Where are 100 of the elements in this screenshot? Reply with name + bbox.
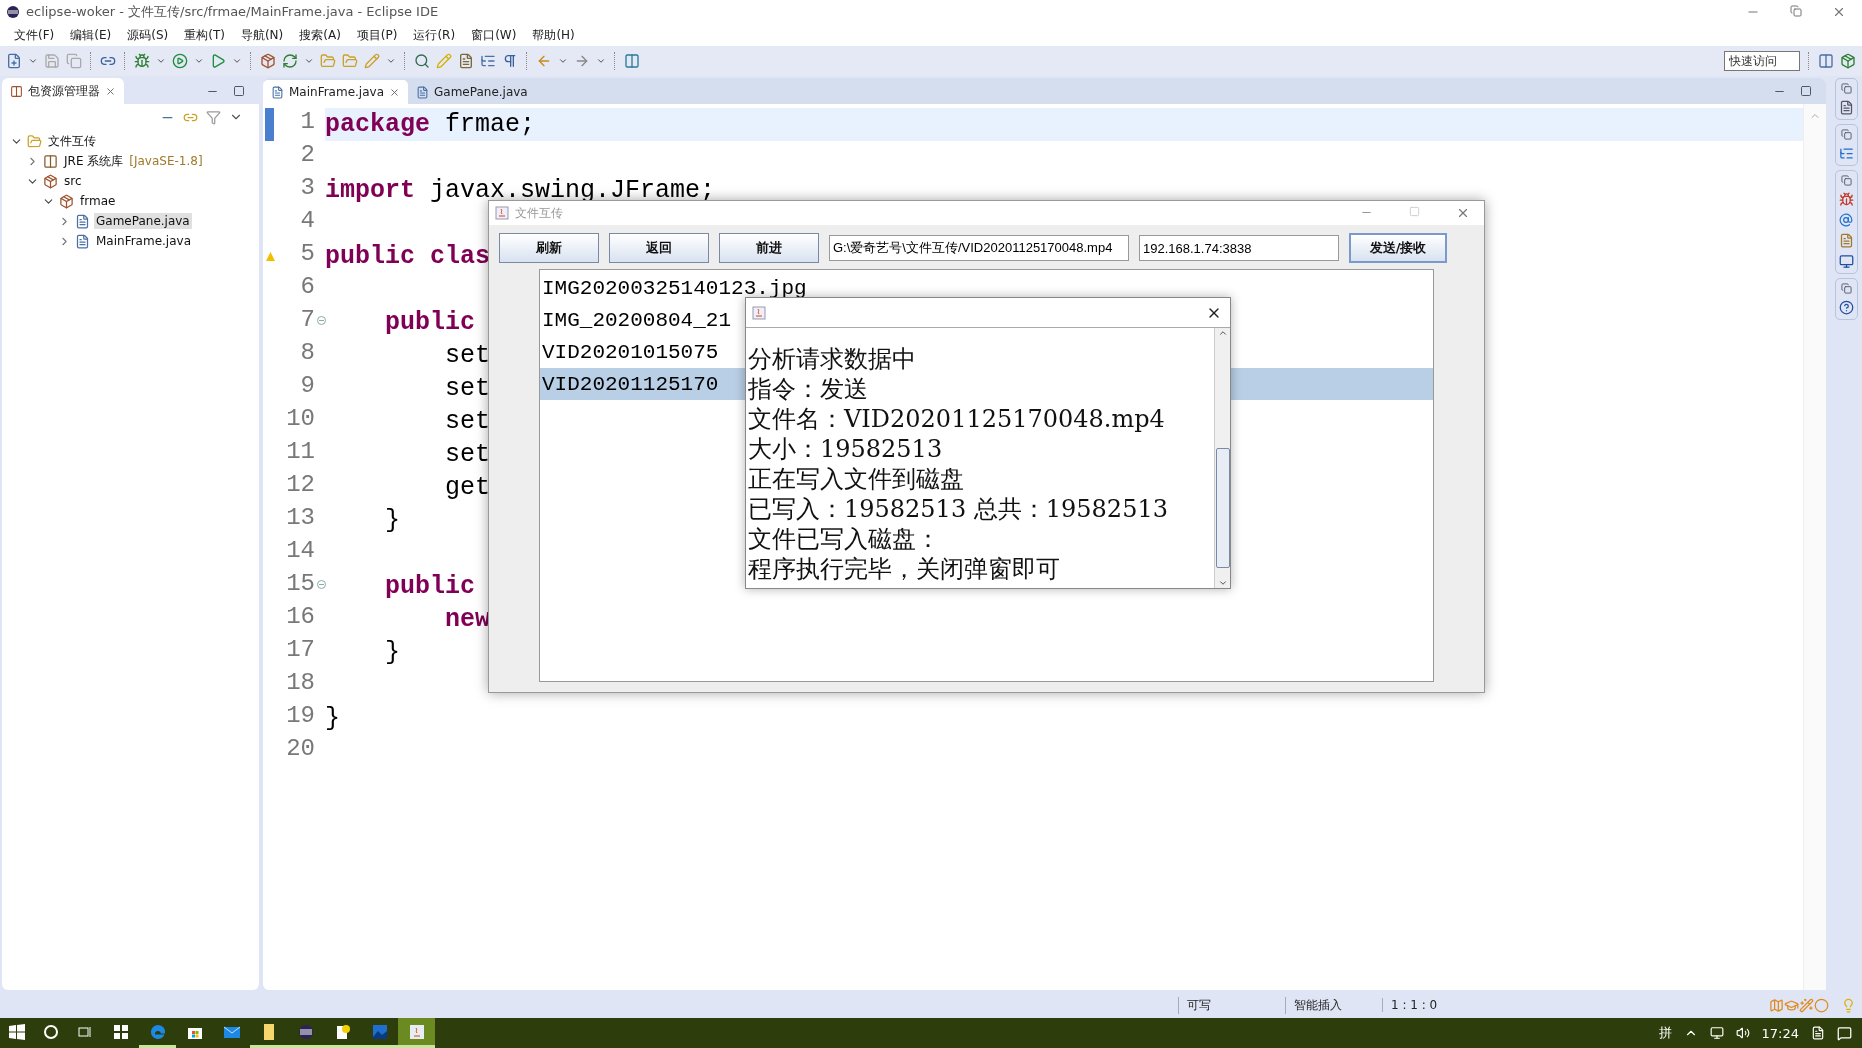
line-number: 4: [300, 207, 315, 234]
input-method-indicator[interactable]: 拼: [1658, 1024, 1672, 1042]
restore-icon[interactable]: [1840, 83, 1852, 94]
pencil-icon[interactable]: [364, 53, 380, 69]
document-icon[interactable]: [1838, 100, 1854, 115]
log-line: 大小：19582513: [748, 434, 944, 464]
menu-item[interactable]: 导航(N): [232, 26, 292, 44]
caret-icon[interactable]: [386, 56, 396, 66]
line-number: 10: [286, 405, 315, 432]
perspective-icon[interactable]: [1818, 53, 1834, 69]
wand-icon[interactable]: [1799, 997, 1814, 1013]
path-field[interactable]: G:\爱奇艺号\文件互传/VID20201125170048.mp4: [829, 235, 1129, 261]
outline-icon[interactable]: [1838, 146, 1854, 161]
tree-item-note: [JavaSE-1.8]: [129, 154, 203, 168]
tree-item[interactable]: JRE 系统库: [62, 151, 126, 171]
forward-icon[interactable]: [574, 53, 590, 69]
refresh-icon[interactable]: [282, 53, 298, 69]
address-field[interactable]: 192.168.1.74:3838: [1139, 235, 1339, 261]
notification-icon[interactable]: [1837, 1025, 1852, 1041]
log-line: 分析请求数据中: [748, 344, 917, 374]
tree-item[interactable]: 文件互传: [46, 131, 98, 151]
line-number: 16: [286, 603, 315, 630]
menu-item[interactable]: 项目(P): [348, 26, 406, 44]
code-line: }: [325, 706, 340, 731]
new-file-icon[interactable]: [6, 53, 22, 69]
caret-icon[interactable]: [558, 56, 568, 66]
caret-icon[interactable]: [194, 56, 204, 66]
caret-icon[interactable]: [232, 56, 242, 66]
tree-item[interactable]: frmae: [78, 193, 118, 209]
editor-tab[interactable]: GamePane.java: [408, 80, 536, 104]
restore-icon[interactable]: [1840, 129, 1852, 140]
map-icon[interactable]: [1769, 997, 1784, 1013]
run-as-icon[interactable]: [210, 53, 226, 69]
log-line: 已写入：19582513 总共：19582513: [748, 494, 1169, 524]
menu-item[interactable]: 帮助(H): [524, 26, 583, 44]
toolbar-button[interactable]: 返回: [609, 233, 709, 263]
bug-icon[interactable]: [134, 53, 150, 69]
restore-icon[interactable]: [1790, 5, 1802, 17]
pilcrow-icon[interactable]: [502, 53, 518, 69]
menu-item[interactable]: 重构(T): [176, 26, 233, 44]
file-name: IMG_20200804_21: [542, 309, 732, 331]
package-icon[interactable]: [260, 53, 276, 69]
quick-access-field[interactable]: 快速访问: [1724, 51, 1800, 71]
toolbar-button[interactable]: 刷新: [499, 233, 599, 263]
scroll-down-icon[interactable]: [1217, 578, 1228, 588]
line-number: 9: [300, 372, 315, 399]
code-line: }: [384, 640, 400, 665]
code-line: set: [444, 409, 491, 434]
restore-icon[interactable]: [1840, 175, 1852, 186]
maximize-icon[interactable]: [1800, 84, 1812, 97]
document-icon[interactable]: [458, 53, 474, 69]
list-icon[interactable]: [480, 53, 496, 69]
menu-item[interactable]: 源码(S): [119, 26, 177, 44]
tree-item[interactable]: GamePane.java: [94, 213, 192, 229]
fold-icon[interactable]: [317, 316, 326, 325]
file-name: VID20201125170: [542, 373, 719, 395]
scroll-up-icon[interactable]: [1217, 328, 1228, 338]
help-icon[interactable]: [1838, 300, 1854, 315]
line-number: 20: [286, 735, 315, 762]
editor-tab[interactable]: MainFrame.java: [263, 80, 408, 104]
caret-icon[interactable]: [156, 56, 166, 66]
search-icon[interactable]: [414, 53, 430, 69]
send-receive-button[interactable]: 发送/接收: [1349, 233, 1447, 263]
log-line: 正在写入文件到磁盘: [748, 464, 965, 494]
code-line: public: [384, 310, 476, 335]
tutorial-icon[interactable]: [1784, 997, 1799, 1013]
clock-time[interactable]: 17:24: [1761, 1025, 1799, 1041]
java-file-icon: [416, 85, 429, 99]
toolbar-button[interactable]: 前进: [719, 233, 819, 263]
widgets-icon: [111, 1022, 130, 1041]
menu-item[interactable]: 运行(R): [405, 26, 464, 44]
menu-item[interactable]: 窗口(W): [463, 26, 525, 44]
volume-icon[interactable]: [1735, 1026, 1750, 1040]
menu-item[interactable]: 搜索(A): [291, 26, 349, 44]
console-icon[interactable]: [1838, 254, 1854, 269]
notes-icon[interactable]: [1811, 1026, 1825, 1040]
tree-item[interactable]: src: [62, 173, 84, 189]
tree-item[interactable]: MainFrame.java: [94, 233, 193, 249]
fold-icon[interactable]: [317, 580, 326, 589]
run-icon[interactable]: [172, 53, 188, 69]
restore-icon[interactable]: [1840, 283, 1852, 294]
caret-icon[interactable]: [28, 56, 38, 66]
back-icon[interactable]: [536, 53, 552, 69]
network-icon[interactable]: [1709, 1026, 1724, 1040]
menu-item[interactable]: 编辑(E): [62, 26, 120, 44]
code-line: set: [444, 343, 491, 368]
code-line: public clas: [325, 244, 491, 269]
package-icon: [59, 193, 74, 209]
line-number: 12: [286, 471, 315, 498]
scrollbar[interactable]: [1214, 328, 1230, 588]
maximize-icon[interactable]: [233, 84, 245, 97]
caret-icon[interactable]: [304, 56, 314, 66]
caret-icon[interactable]: [596, 56, 606, 66]
search-icon[interactable]: [43, 1023, 59, 1040]
window-icon[interactable]: [624, 53, 640, 69]
log-line: 文件名：VID20201125170048.mp4: [748, 404, 1166, 434]
windows-start-icon[interactable]: [9, 1023, 25, 1040]
filter-icon[interactable]: [206, 110, 221, 125]
menu-item[interactable]: 文件(F): [6, 26, 63, 44]
photos-icon: [370, 1022, 389, 1041]
